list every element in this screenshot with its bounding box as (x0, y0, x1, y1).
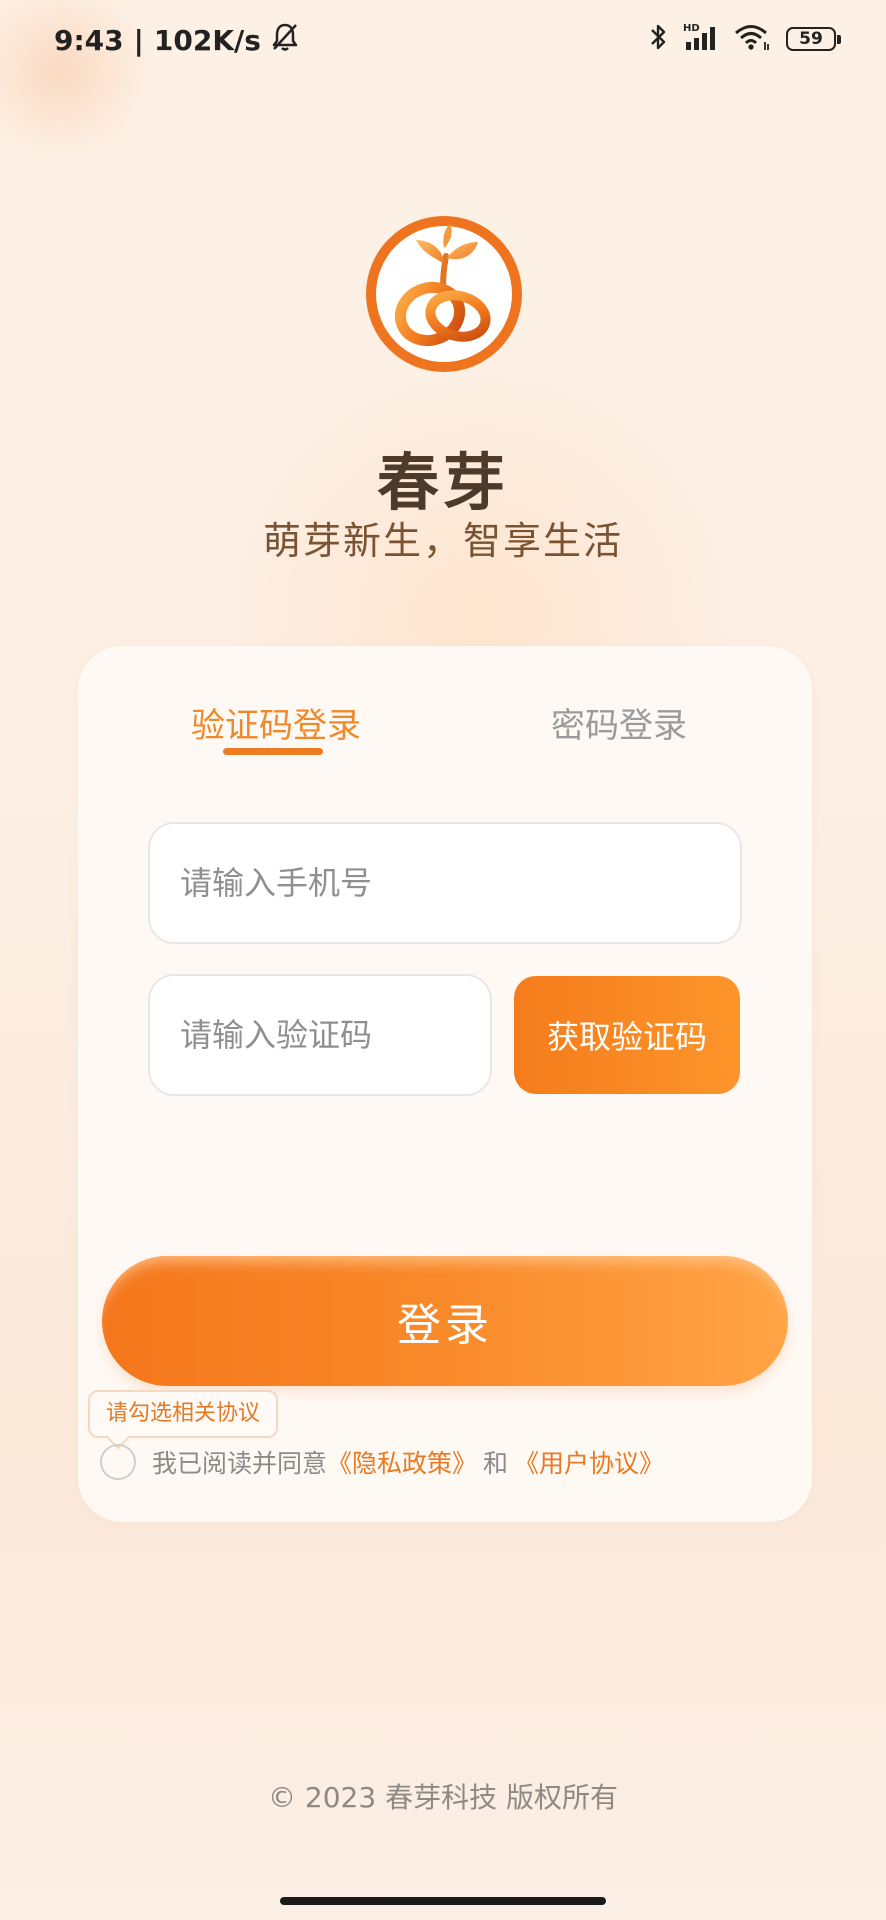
bluetooth-icon (648, 22, 668, 56)
active-tab-indicator (223, 748, 323, 755)
phone-input[interactable] (148, 822, 742, 944)
battery-level: 59 (799, 29, 823, 49)
app-name: 春芽 (376, 446, 509, 519)
wifi-icon (734, 22, 772, 56)
status-bar: 9:43 | 102K/s HD 59 (0, 0, 886, 80)
copyright-text: © 2023 春芽科技 版权所有 (268, 1781, 618, 1814)
agreement-hint-tooltip: 请勾选相关协议 (88, 1390, 279, 1438)
agreement-row: 我已阅读并同意 《隐私政策》 和 《用户协议》 (100, 1444, 664, 1480)
verification-code-input[interactable] (148, 974, 492, 1096)
agreement-text: 我已阅读并同意 (152, 1449, 328, 1478)
home-indicator[interactable] (280, 1897, 606, 1905)
login-button[interactable]: 登录 (102, 1256, 788, 1386)
status-separator: | (133, 24, 144, 57)
app-logo (362, 212, 526, 376)
privacy-policy-link[interactable]: 《隐私政策》 (327, 1444, 477, 1480)
tab-password-login[interactable]: 密码登录 (551, 698, 687, 747)
sprout-ring-logo (366, 216, 522, 372)
tab-sms-login[interactable]: 验证码登录 (191, 698, 361, 747)
status-network-speed: 102K/s (153, 24, 261, 57)
get-code-button[interactable]: 获取验证码 (514, 976, 740, 1094)
status-right: HD 59 (648, 22, 841, 56)
user-agreement-link[interactable]: 《用户协议》 (514, 1444, 664, 1480)
network-type-label: HD (683, 23, 700, 34)
agreement-and: 和 (483, 1449, 509, 1478)
signal-icon: HD (682, 22, 720, 56)
status-left: 9:43 | 102K/s (54, 22, 299, 59)
login-card: 验证码登录 密码登录 获取验证码 登录 请勾选相关协议 我已阅读并同意 《隐私政… (78, 646, 812, 1522)
agreement-checkbox[interactable] (100, 1444, 136, 1480)
mute-bell-icon (271, 22, 299, 59)
battery-icon: 59 (786, 27, 841, 51)
status-time: 9:43 (54, 24, 124, 57)
app-slogan: 萌芽新生，智享生活 (262, 519, 623, 563)
